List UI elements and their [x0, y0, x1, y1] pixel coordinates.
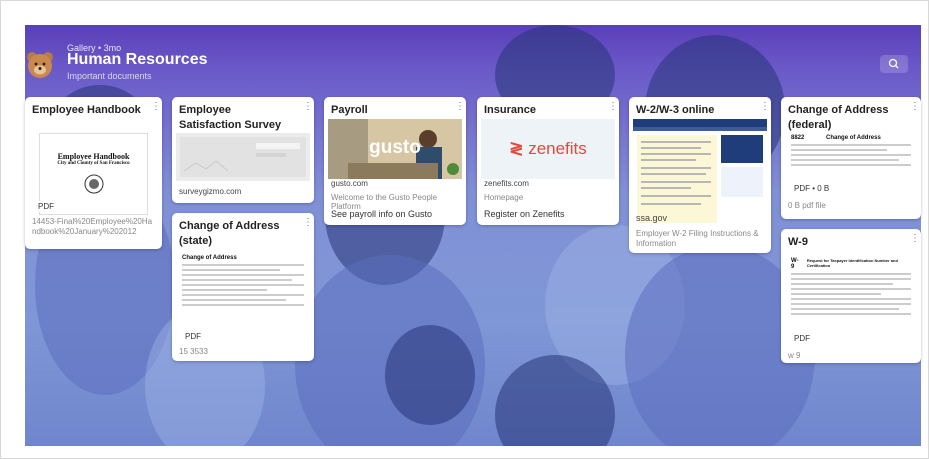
link-domain: ssa.gov — [636, 213, 668, 223]
file-type-badge: PDF • 0 B — [791, 183, 833, 194]
link-domain: surveygizmo.com — [179, 187, 242, 196]
file-name: 15 3533 — [179, 347, 208, 356]
board-header: Gallery • 3mo Human Resources Important … — [25, 31, 921, 91]
more-icon[interactable]: ⋮ — [608, 101, 618, 113]
form-code: 8822 — [791, 135, 805, 141]
file-name: w 9 — [788, 351, 801, 360]
form-title: Request for Taxpayer Identification Numb… — [806, 258, 898, 268]
board-subtitle: Important documents — [67, 71, 152, 81]
link-domain: gusto.com — [331, 179, 368, 188]
link-preview-image: ≷ zenefits — [481, 119, 615, 179]
window-frame: Outer Gallery • 3mo Human Resources Impo… — [0, 0, 929, 459]
file-type-badge: PDF — [182, 331, 204, 342]
card-title: Payroll — [331, 104, 368, 116]
card-caption[interactable]: Register on Zenefits — [484, 209, 565, 219]
teddy-bear-avatar — [25, 49, 55, 79]
link-preview-thumbnail — [176, 133, 310, 181]
card-satisfaction-survey[interactable]: Employee Satisfaction Survey (confidenti… — [172, 97, 314, 203]
card-title: Employee Handbook — [32, 104, 141, 116]
file-name: 0 B pdf file — [788, 201, 826, 210]
card-change-address-state[interactable]: Change of Address (state) ⋮ Change of Ad… — [172, 213, 314, 361]
more-icon[interactable]: ⋮ — [910, 233, 920, 245]
search-icon — [888, 58, 899, 69]
form-code: W-9 — [791, 258, 799, 270]
card-title: Change of Address (state) — [179, 220, 280, 247]
doc-subtitle: City and County of San Francisco — [57, 161, 130, 166]
card-change-address-federal[interactable]: Change of Address (federal) ⋮ 8822 Chang… — [781, 97, 921, 219]
card-title: Insurance — [484, 104, 536, 116]
card-w9[interactable]: W-9 ⋮ W-9 Request for Taxpayer Identific… — [781, 229, 921, 363]
board-title: Human Resources — [67, 51, 208, 68]
document-thumbnail: 8822 Change of Address PDF • 0 B — [785, 133, 917, 195]
card-caption[interactable]: See payroll info on Gusto — [331, 209, 432, 219]
more-icon[interactable]: ⋮ — [455, 101, 465, 113]
form-title: Change of Address — [182, 255, 237, 261]
file-type-badge: PDF — [35, 201, 57, 212]
link-description: Homepage — [484, 193, 524, 202]
card-insurance[interactable]: Insurance ⋮ ≷ zenefits zenefits.com Home… — [477, 97, 619, 225]
card-employee-handbook[interactable]: Employee Handbook ⋮ Employee Handbook Ci… — [25, 97, 162, 249]
zenefits-logo-icon: ≷ — [509, 139, 524, 158]
search-button[interactable] — [880, 55, 908, 73]
card-title: W-2/W-3 online — [636, 104, 715, 116]
more-icon[interactable]: ⋮ — [303, 101, 313, 113]
document-thumbnail: Employee Handbook City and County of San… — [29, 127, 158, 215]
more-icon[interactable]: ⋮ — [151, 101, 161, 113]
card-title: Change of Address (federal) — [788, 104, 889, 131]
file-type-badge: PDF — [791, 333, 813, 344]
form-title: Change of Address — [826, 135, 881, 141]
more-icon[interactable]: ⋮ — [760, 101, 770, 113]
more-icon[interactable]: ⋮ — [303, 217, 313, 229]
link-preview-image — [633, 119, 767, 227]
link-preview-image: gusto — [328, 119, 462, 179]
document-thumbnail: Change of Address PDF — [176, 251, 310, 343]
brand-logo: zenefits — [528, 139, 587, 158]
link-description: Employer W-2 Filing Instructions & Infor… — [636, 229, 759, 248]
city-seal-icon — [84, 174, 103, 194]
document-thumbnail: W-9 Request for Taxpayer Identification … — [785, 255, 917, 347]
card-payroll[interactable]: Payroll ⋮ gusto gusto.com Welcome to the… — [324, 97, 466, 225]
more-icon[interactable]: ⋮ — [910, 101, 920, 113]
card-title: W-9 — [788, 236, 808, 248]
file-name: 14453-Final%20Employee%20Handbook%20Janu… — [32, 217, 153, 236]
brand-logo: gusto — [369, 137, 421, 158]
card-w2-w3-online[interactable]: W-2/W-3 online ⋮ ssa.gov Employer W-2 Fi… — [629, 97, 771, 253]
doc-title: Employee Handbook — [57, 152, 130, 161]
link-domain: zenefits.com — [484, 179, 529, 188]
